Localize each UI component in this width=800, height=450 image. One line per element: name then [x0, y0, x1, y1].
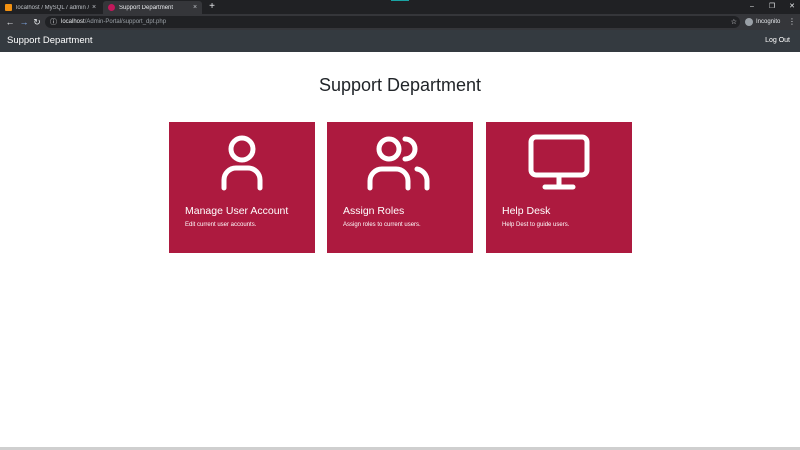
tab-close-icon[interactable]: × — [90, 4, 98, 11]
user-icon — [169, 132, 315, 192]
url-path: /Admin-Portal/support_dpt.php — [84, 19, 167, 25]
card-description: Assign roles to current users. — [343, 222, 421, 228]
window-close-button[interactable]: ✕ — [781, 0, 800, 14]
card-title: Manage User Account — [185, 205, 289, 217]
page-title: Support Department — [318, 75, 482, 95]
users-icon — [327, 132, 473, 192]
card-manage-user-account[interactable]: Manage User Account Edit current user ac… — [169, 122, 315, 253]
back-arrow-icon[interactable]: ← — [4, 16, 16, 28]
site-info-icon[interactable]: ⓘ — [49, 17, 58, 27]
tab-title: Support Department — [119, 4, 174, 11]
address-url[interactable]: localhost/Admin-Portal/support_dpt.php — [61, 19, 166, 25]
window-accent-mark — [391, 0, 409, 1]
browser-tab-strip: localhost / MySQL / admin / use × Suppor… — [0, 0, 800, 14]
new-tab-button[interactable]: + — [207, 1, 217, 13]
browser-toolbar: ← → ↻ ⓘ localhost/Admin-Portal/support_d… — [0, 14, 800, 30]
tab-phpmyadmin[interactable]: localhost / MySQL / admin / use × — [0, 1, 101, 14]
navbar-brand[interactable]: Support Department — [7, 30, 93, 52]
bookmark-star-icon[interactable]: ☆ — [731, 18, 737, 26]
incognito-label: Incognito — [756, 19, 781, 25]
incognito-indicator[interactable]: Incognito — [745, 16, 780, 28]
logout-link[interactable]: Log Out — [765, 30, 790, 52]
card-title: Help Desk — [502, 205, 551, 217]
phpmyadmin-favicon-icon — [5, 4, 12, 11]
app-navbar: Support Department Log Out — [0, 30, 800, 52]
window-restore-button[interactable]: ❐ — [761, 0, 783, 14]
tab-support-department[interactable]: Support Department × — [103, 1, 202, 14]
incognito-icon — [745, 18, 753, 26]
monitor-icon — [486, 132, 632, 192]
address-bar[interactable]: ⓘ localhost/Admin-Portal/support_dpt.php… — [45, 16, 740, 28]
card-help-desk[interactable]: Help Desk Help Dest to guide users. — [486, 122, 632, 253]
site-favicon-icon — [108, 4, 115, 11]
card-title: Assign Roles — [343, 205, 405, 217]
url-host: localhost — [61, 19, 85, 25]
forward-arrow-icon[interactable]: → — [18, 16, 30, 28]
card-description: Edit current user accounts. — [185, 222, 257, 228]
tab-title: localhost / MySQL / admin / use — [16, 4, 90, 11]
window-minimize-button[interactable]: – — [741, 0, 763, 14]
tab-close-icon[interactable]: × — [191, 4, 199, 11]
reload-icon[interactable]: ↻ — [31, 16, 43, 28]
card-description: Help Dest to guide users. — [502, 222, 570, 228]
browser-menu-icon[interactable]: ⋮ — [788, 16, 796, 28]
card-assign-roles[interactable]: Assign Roles Assign roles to current use… — [327, 122, 473, 253]
